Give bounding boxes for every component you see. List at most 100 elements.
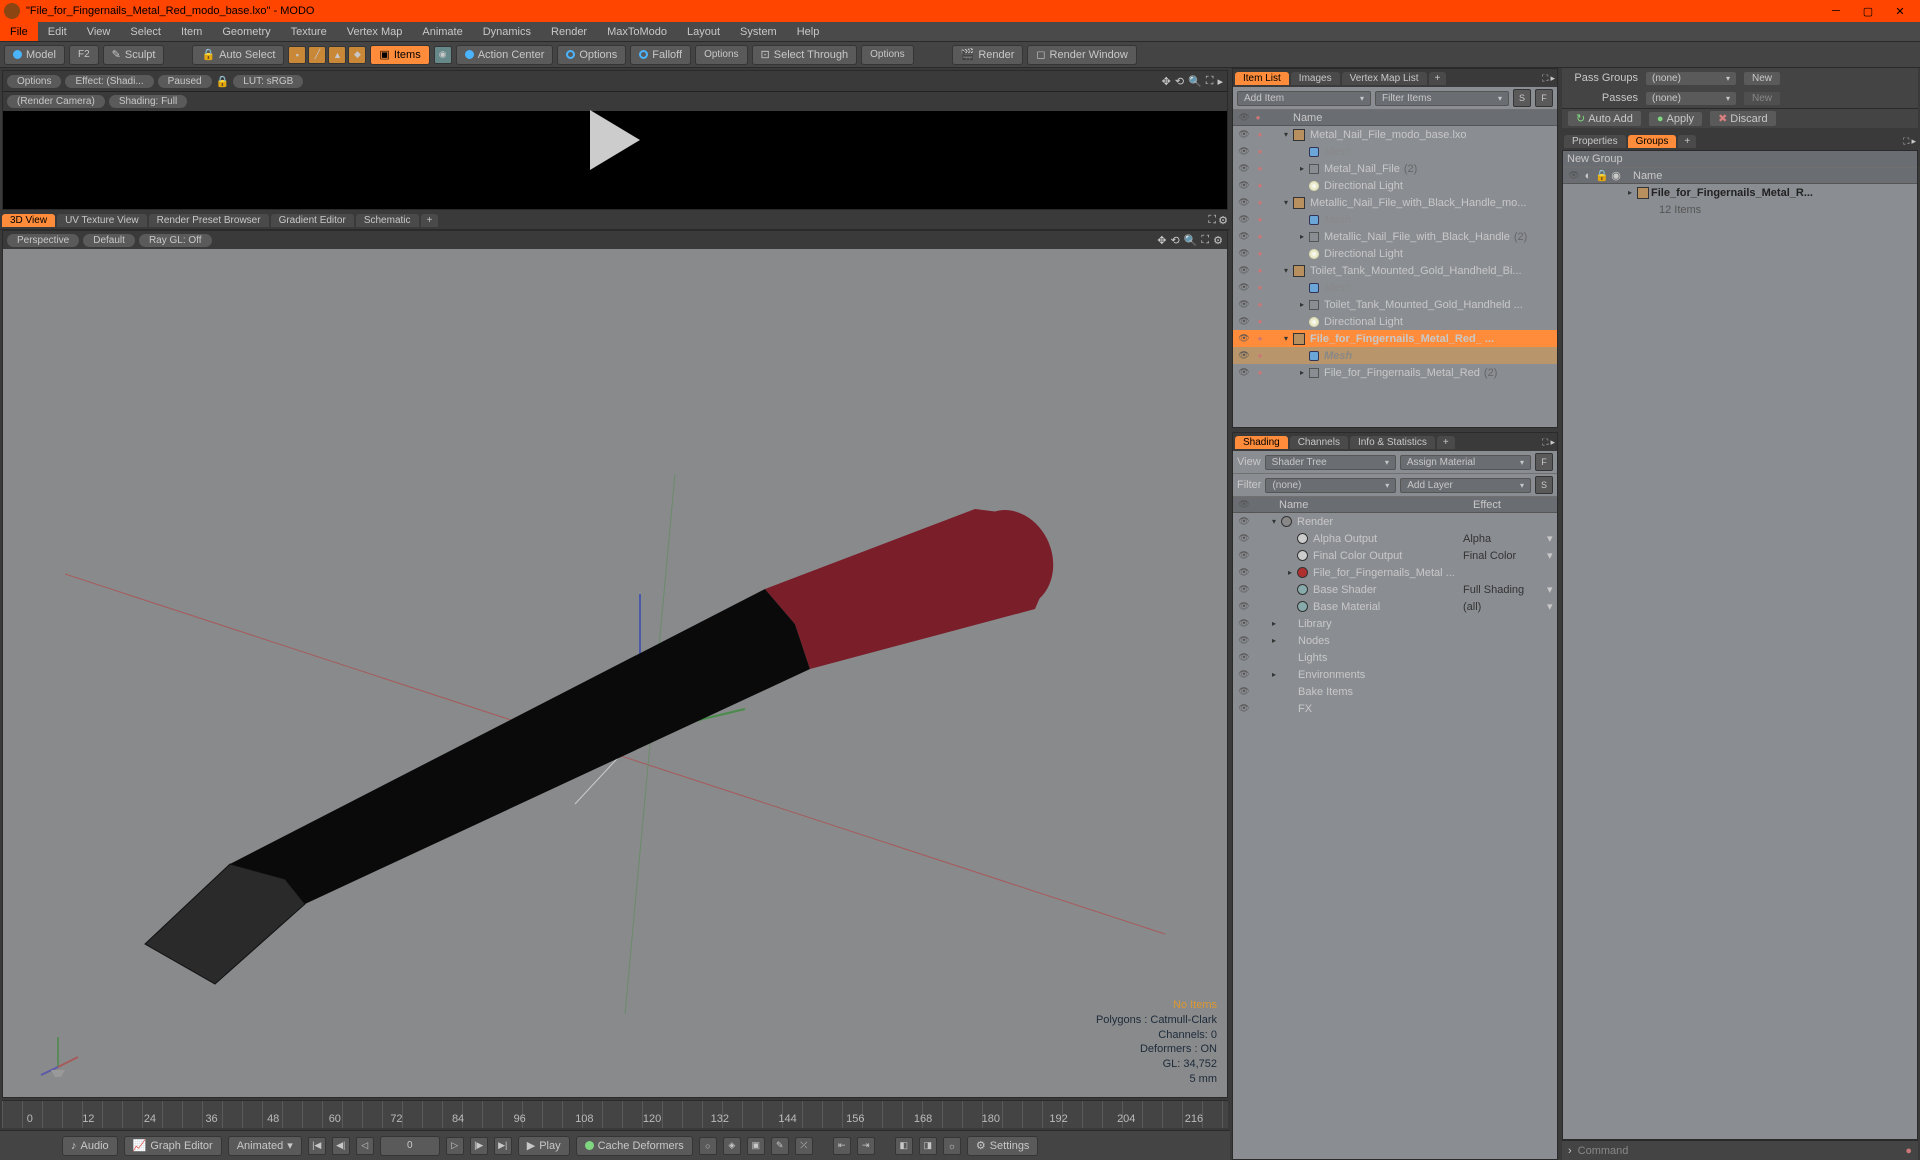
tab-add-item-panel[interactable]: + — [1429, 72, 1447, 85]
prev-frame-icon[interactable]: ◁ — [356, 1137, 374, 1155]
panel-expand-icon[interactable]: ⛶ — [1208, 214, 1216, 227]
filter-none-dropdown[interactable]: (none) — [1265, 478, 1396, 493]
play-icon[interactable] — [590, 110, 640, 170]
expand-icon[interactable]: ⛶ — [1206, 75, 1214, 88]
tab-shading[interactable]: Shading — [1235, 436, 1288, 449]
shading-dropdown[interactable]: Default — [83, 234, 135, 247]
shading-tree-row[interactable]: 👁Bake Items — [1233, 683, 1557, 700]
shading-tree-row[interactable]: 👁Alpha OutputAlpha▾ — [1233, 530, 1557, 547]
menu-texture[interactable]: Texture — [281, 22, 337, 41]
key-diamond-icon[interactable]: ◈ — [723, 1137, 741, 1155]
item-tree-row[interactable]: 👁●Mesh — [1233, 279, 1557, 296]
tab-schematic[interactable]: Schematic — [356, 214, 419, 227]
filter-items-dropdown[interactable]: Filter Items — [1375, 91, 1509, 106]
groups-solo-icon[interactable]: ◐ — [1581, 170, 1595, 182]
audio-button[interactable]: ♪Audio — [62, 1136, 118, 1156]
cache-deformers-button[interactable]: Cache Deformers — [576, 1136, 693, 1156]
new-pass-group-button[interactable]: New — [1744, 72, 1780, 85]
group-row[interactable]: ▸ File_for_Fingernails_Metal_R... — [1563, 184, 1917, 201]
panel-expand-icon[interactable]: ⛶ — [1542, 73, 1548, 84]
groups-lock-icon[interactable]: 🔒 — [1595, 169, 1609, 182]
shading-tree-row[interactable]: 👁▸Nodes — [1233, 632, 1557, 649]
tab-render-preset[interactable]: Render Preset Browser — [149, 214, 269, 227]
new-group-button[interactable]: New Group — [1567, 153, 1623, 165]
preview-lut-button[interactable]: LUT: sRGB — [233, 75, 303, 88]
panel-menu-icon[interactable]: ▸ — [1550, 437, 1555, 448]
menu-render[interactable]: Render — [541, 22, 597, 41]
3d-viewport[interactable]: Perspective Default Ray GL: Off ✥ ⟲ 🔍 ⛶ … — [2, 230, 1228, 1098]
tab-info-stats[interactable]: Info & Statistics — [1350, 436, 1435, 449]
misc-1-icon[interactable]: ◧ — [895, 1137, 913, 1155]
panel-gear-icon[interactable]: ⚙ — [1218, 214, 1228, 227]
shading-tree-row[interactable]: 👁▾Render — [1233, 513, 1557, 530]
prev-key-icon[interactable]: ◀| — [332, 1137, 350, 1155]
action-center-button[interactable]: Action Center — [456, 45, 554, 65]
apply-button[interactable]: ●Apply — [1649, 112, 1702, 126]
preview-paused-button[interactable]: Paused — [158, 75, 212, 88]
filter-f-icon[interactable]: F — [1535, 453, 1553, 471]
panel-menu-icon[interactable]: ▸ — [1911, 136, 1916, 147]
tab-properties[interactable]: Properties — [1564, 135, 1626, 148]
preview-shading-button[interactable]: Shading: Full — [109, 95, 187, 108]
shading-effect-header[interactable]: Effect — [1473, 499, 1553, 511]
misc-2-icon[interactable]: ◨ — [919, 1137, 937, 1155]
graph-editor-button[interactable]: 📈Graph Editor — [124, 1136, 222, 1156]
vp-expand-icon[interactable]: ⛶ — [1201, 234, 1209, 247]
auto-add-button[interactable]: ↻Auto Add — [1568, 111, 1641, 126]
pass-groups-dropdown[interactable]: (none) — [1646, 72, 1736, 85]
shading-tree-row[interactable]: 👁Final Color OutputFinal Color▾ — [1233, 547, 1557, 564]
pan-icon[interactable]: ✥ — [1162, 75, 1171, 88]
menu-item[interactable]: Item — [171, 22, 212, 41]
key-box-icon[interactable]: ▣ — [747, 1137, 765, 1155]
play-button[interactable]: ▶Play — [518, 1136, 570, 1156]
shading-tree-row[interactable]: 👁FX — [1233, 700, 1557, 717]
edge-mode-icon[interactable]: ╱ — [308, 46, 326, 64]
menu-edit[interactable]: Edit — [38, 22, 77, 41]
assign-material-dropdown[interactable]: Assign Material — [1400, 455, 1531, 470]
render-window-button[interactable]: ◻Render Window — [1027, 45, 1136, 65]
menu-help[interactable]: Help — [787, 22, 830, 41]
item-tree-row[interactable]: 👁●▾File_for_Fingernails_Metal_Red_ ... — [1233, 330, 1557, 347]
menu-icon[interactable]: ▸ — [1217, 75, 1223, 88]
item-tree-row[interactable]: 👁●▸Metal_Nail_File(2) — [1233, 160, 1557, 177]
polygon-mode-icon[interactable]: ▲ — [328, 46, 346, 64]
lock-toggle-icon[interactable]: 🔒 — [216, 75, 230, 88]
new-pass-button[interactable]: New — [1744, 92, 1780, 105]
zoom-icon[interactable]: 🔍 — [1188, 75, 1202, 88]
menu-maxtomodo[interactable]: MaxToModo — [597, 22, 677, 41]
add-item-dropdown[interactable]: Add Item — [1237, 91, 1371, 106]
shading-tree-row[interactable]: 👁Base ShaderFull Shading▾ — [1233, 581, 1557, 598]
item-tree-row[interactable]: 👁●▸File_for_Fingernails_Metal_Red(2) — [1233, 364, 1557, 381]
select-through-button[interactable]: ⊡Select Through — [752, 45, 858, 65]
item-tree-row[interactable]: 👁●▾Metallic_Nail_File_with_Black_Handle_… — [1233, 194, 1557, 211]
minimize-button[interactable]: ─ — [1820, 0, 1852, 22]
menu-system[interactable]: System — [730, 22, 787, 41]
f2-button[interactable]: F2 — [69, 45, 99, 65]
item-tree-row[interactable]: 👁●Directional Light — [1233, 245, 1557, 262]
item-tree-row[interactable]: 👁●Mesh — [1233, 211, 1557, 228]
shader-tree-dropdown[interactable]: Shader Tree — [1265, 455, 1396, 470]
vertex-mode-icon[interactable]: ▪ — [288, 46, 306, 64]
preview-options-button[interactable]: Options — [7, 75, 61, 88]
item-tree-row[interactable]: 👁●▸Toilet_Tank_Mounted_Gold_Handheld ... — [1233, 296, 1557, 313]
name-column-header[interactable]: Name — [1293, 112, 1322, 124]
menu-geometry[interactable]: Geometry — [212, 22, 280, 41]
next-key-icon[interactable]: ▶| — [494, 1137, 512, 1155]
shading-tree-row[interactable]: 👁▸Library — [1233, 615, 1557, 632]
next-frame-icon[interactable]: ▷ — [446, 1137, 464, 1155]
search-f-icon[interactable]: F — [1535, 89, 1553, 107]
menu-vertexmap[interactable]: Vertex Map — [337, 22, 413, 41]
tab-add-shading[interactable]: + — [1437, 436, 1455, 449]
close-button[interactable]: ✕ — [1884, 0, 1916, 22]
tab-channels[interactable]: Channels — [1290, 436, 1348, 449]
key-edit-icon[interactable]: ✎ — [771, 1137, 789, 1155]
item-tree-row[interactable]: 👁●Mesh — [1233, 347, 1557, 364]
vp-pan-icon[interactable]: ✥ — [1157, 234, 1166, 247]
range-end-icon[interactable]: ⇥ — [857, 1137, 875, 1155]
add-layer-dropdown[interactable]: Add Layer — [1400, 478, 1531, 493]
vp-zoom-icon[interactable]: 🔍 — [1184, 234, 1198, 247]
key-circle-icon[interactable]: ○ — [699, 1137, 717, 1155]
panel-menu-icon[interactable]: ▸ — [1550, 73, 1555, 84]
settings-button[interactable]: ⚙Settings — [967, 1136, 1039, 1156]
search-s-icon[interactable]: S — [1513, 89, 1531, 107]
